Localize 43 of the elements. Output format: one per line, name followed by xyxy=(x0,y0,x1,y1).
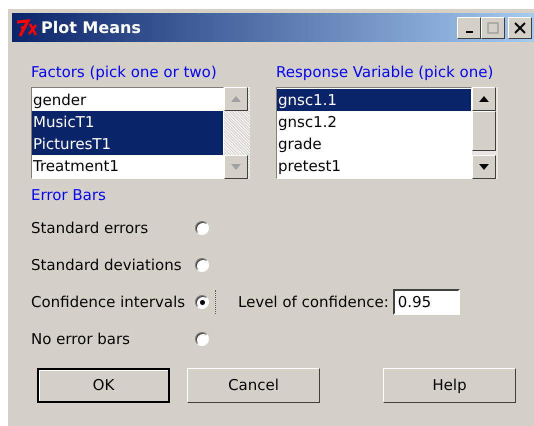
radio-button[interactable] xyxy=(195,258,209,272)
option-label: Standard errors xyxy=(31,218,150,239)
list-item[interactable]: grade xyxy=(277,133,471,155)
up-arrow-icon xyxy=(231,96,241,102)
list-item[interactable]: gender xyxy=(32,89,223,111)
scrollbar[interactable] xyxy=(224,87,250,179)
scroll-up-button[interactable] xyxy=(472,87,496,111)
list-label: Response Variable (pick one) xyxy=(276,63,494,81)
list-item[interactable]: pretest1 xyxy=(277,155,471,177)
section-label: Error Bars xyxy=(31,186,106,204)
list-item[interactable]: PicturesT1 xyxy=(32,133,223,155)
radio-button[interactable] xyxy=(195,221,209,235)
dialog-button[interactable]: Help xyxy=(383,368,516,403)
down-arrow-icon xyxy=(479,164,489,170)
confidence-field[interactable]: 0.95 xyxy=(392,289,460,315)
scroll-thumb[interactable] xyxy=(472,111,496,151)
window-title: Plot Means xyxy=(41,16,142,38)
scroll-down-button[interactable] xyxy=(472,155,496,179)
dialog-button[interactable]: OK xyxy=(37,368,170,403)
maximize-button[interactable] xyxy=(481,16,505,38)
close-button[interactable] xyxy=(508,16,532,38)
scroll-down-button[interactable] xyxy=(224,155,248,179)
radio-button[interactable] xyxy=(195,332,209,346)
option-label: Standard deviations xyxy=(31,254,183,276)
minimize-icon xyxy=(466,30,472,32)
option-label: Confidence intervals xyxy=(31,292,186,313)
app-logo-icon xyxy=(16,18,38,36)
list-item[interactable]: Treatment1 xyxy=(32,155,223,177)
list-item[interactable]: gnsc1.1 xyxy=(277,89,471,111)
scrollbar[interactable] xyxy=(472,87,498,179)
down-arrow-icon xyxy=(231,164,241,170)
confidence-label: Level of confidence: xyxy=(238,292,389,313)
dialog-button[interactable]: Cancel xyxy=(187,368,320,403)
close-icon xyxy=(514,22,526,34)
radio-button[interactable] xyxy=(195,295,209,309)
up-arrow-icon xyxy=(479,96,489,102)
list-item[interactable]: gnsc1.2 xyxy=(277,111,471,133)
maximize-icon xyxy=(487,22,499,34)
option-label: No error bars xyxy=(31,328,131,350)
list-label: Factors (pick one or two) xyxy=(31,63,218,81)
list-item[interactable]: MusicT1 xyxy=(32,111,223,133)
scroll-up-button[interactable] xyxy=(224,87,248,111)
minimize-button[interactable] xyxy=(457,16,481,38)
